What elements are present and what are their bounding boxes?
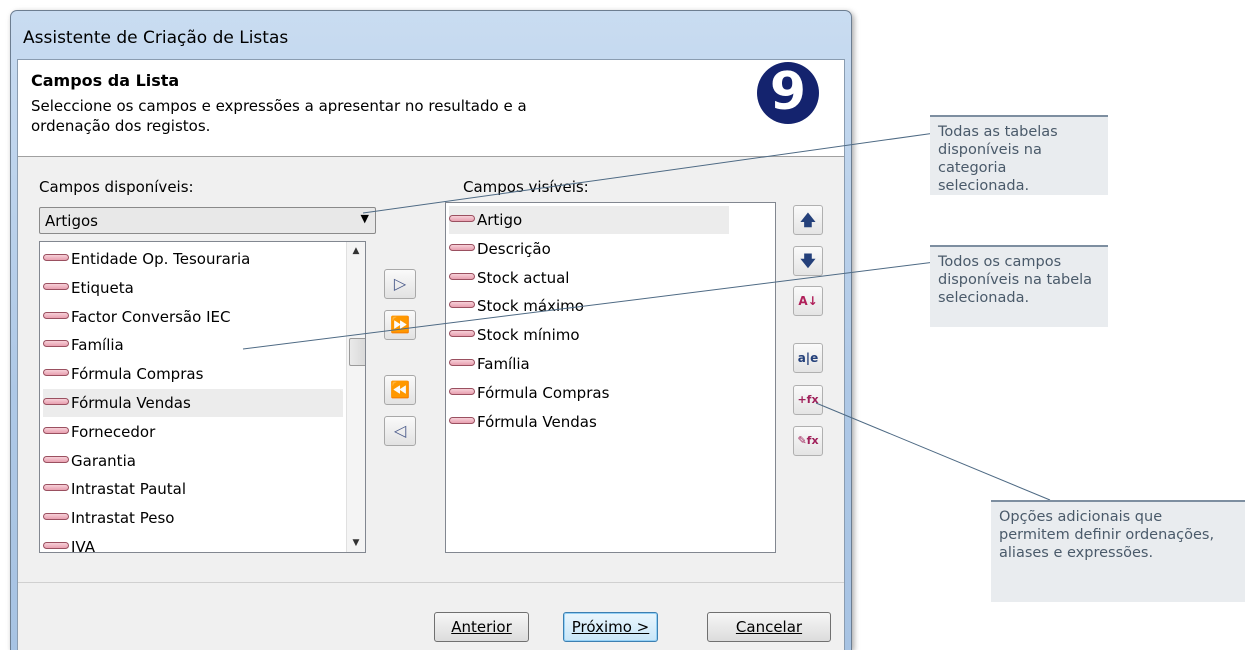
callout-tables: Todas as tabelas disponíveis na categori… xyxy=(930,115,1108,195)
callout-options: Opções adicionais que permitem definir o… xyxy=(991,500,1245,602)
callout-fields: Todos os campos disponíveis na tabela se… xyxy=(930,245,1108,327)
